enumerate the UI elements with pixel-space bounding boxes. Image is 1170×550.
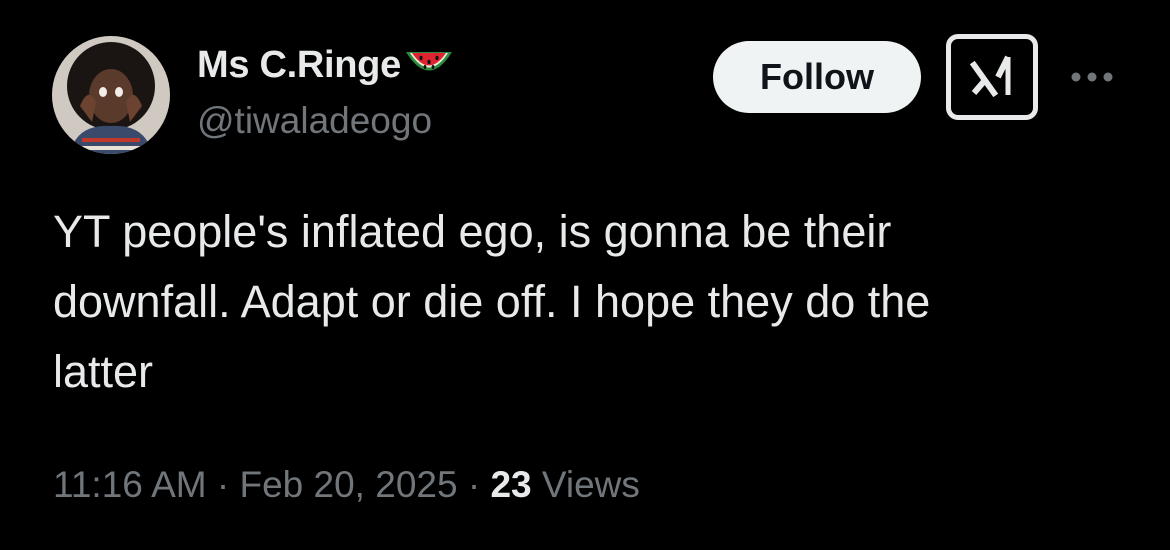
tweet-date[interactable]: Feb 20, 2025 [239,464,457,505]
more-horizontal-icon [1071,72,1113,82]
grok-icon [969,55,1011,98]
watermelon-icon [403,47,455,83]
avatar[interactable] [52,36,170,154]
tweet-meta: 11:16 AM · Feb 20, 2025 · 23 Views [53,464,640,506]
avatar-photo [52,36,170,154]
tweet-time[interactable]: 11:16 AM [53,464,207,505]
follow-button[interactable]: Follow [713,41,921,113]
user-name-row: Ms C.Ringe [197,40,455,90]
views-label: Views [541,464,640,505]
meta-separator: · [467,464,481,505]
grok-button[interactable] [946,34,1038,120]
user-handle[interactable]: @tiwaladeogo [197,100,432,142]
meta-separator: · [216,464,230,505]
display-name[interactable]: Ms C.Ringe [197,44,401,87]
views-count: 23 [490,464,532,505]
tweet-text: YT people's inflated ego, is gonna be th… [53,206,931,397]
tweet-card: Ms C.Ringe @tiwaladeogo Follow YT people… [0,0,1170,550]
more-options-button[interactable] [1068,60,1116,94]
